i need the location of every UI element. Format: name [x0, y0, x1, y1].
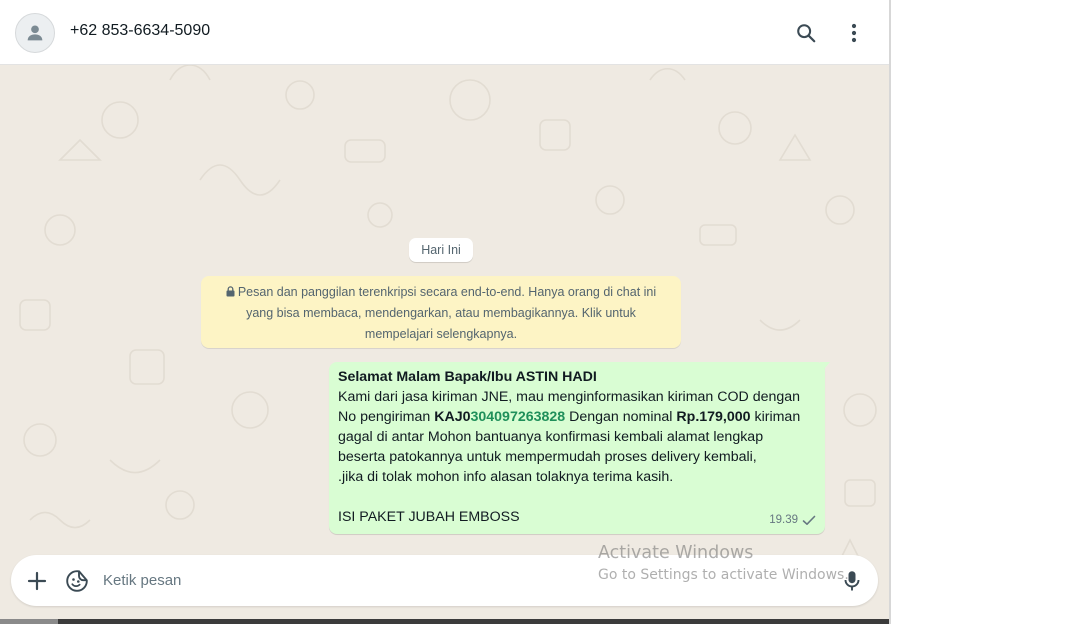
message-meta: 19.39 [769, 510, 816, 530]
message-time: 19.39 [769, 514, 798, 526]
message-line-1: Kami dari jasa kiriman JNE, mau menginfo… [338, 389, 801, 405]
taskbar-strip [0, 619, 891, 624]
default-user-icon [27, 25, 43, 41]
message-line-2-prefix: No pengiriman [338, 409, 435, 425]
search-icon [797, 24, 816, 43]
tracking-prefix: KAJ0 [434, 409, 471, 425]
kebab-menu-icon [851, 23, 857, 43]
sticker-icon [66, 570, 88, 592]
outgoing-message-bubble[interactable]: Selamat Malam Bapak/Ibu ASTIN HADI Kami … [329, 362, 825, 534]
encryption-notice-line-2: yang bisa membaca, mendengarkan, atau me… [246, 306, 636, 320]
empty-right-area [891, 0, 1087, 624]
message-line-6: ISI PAKET JUBAH EMBOSS [338, 509, 520, 525]
message-line-2-suffix: kiriman [750, 409, 801, 425]
message-greeting: Selamat Malam Bapak/Ibu ASTIN HADI [338, 369, 597, 385]
lock-icon [226, 286, 235, 297]
message-line-2-mid: Dengan nominal [565, 409, 677, 425]
windows-activation-watermark-title: Activate Windows [598, 543, 754, 563]
sticker-button[interactable] [62, 566, 92, 596]
attach-button[interactable] [22, 566, 52, 596]
cod-amount: Rp.179,000 [676, 409, 751, 425]
encryption-notice[interactable]: Pesan dan panggilan terenkripsi secara e… [201, 276, 681, 348]
plus-icon [27, 571, 47, 591]
search-button[interactable] [791, 18, 821, 48]
chat-menu-button[interactable] [839, 18, 869, 48]
tracking-number-link[interactable]: 304097263828 [471, 409, 566, 425]
encryption-notice-line-1: Pesan dan panggilan terenkripsi secara e… [237, 285, 657, 299]
date-divider: Hari Ini [409, 238, 473, 262]
message-line-4: beserta patokannya untuk mempermudah pro… [338, 449, 757, 465]
message-line-5: .jika di tolak mohon info alasan tolakny… [338, 469, 674, 485]
chat-header: +62 853-6634-5090 [0, 0, 889, 65]
chat-pane: +62 853-6634-5090 Hari Ini Pesan dan pan… [0, 0, 891, 624]
message-line-3: gagal di antar Mohon bantuanya konfirmas… [338, 429, 764, 445]
windows-activation-watermark-subtitle: Go to Settings to activate Windows. [598, 567, 849, 583]
contact-avatar[interactable] [15, 13, 55, 53]
message-line-2: No pengiriman KAJ0304097263828 Dengan no… [338, 407, 816, 427]
taskbar-active-segment [0, 619, 58, 624]
encryption-notice-line-3: mempelajari selengkapnya. [364, 327, 518, 341]
contact-name[interactable]: +62 853-6634-5090 [70, 22, 210, 40]
single-check-icon [802, 515, 816, 525]
